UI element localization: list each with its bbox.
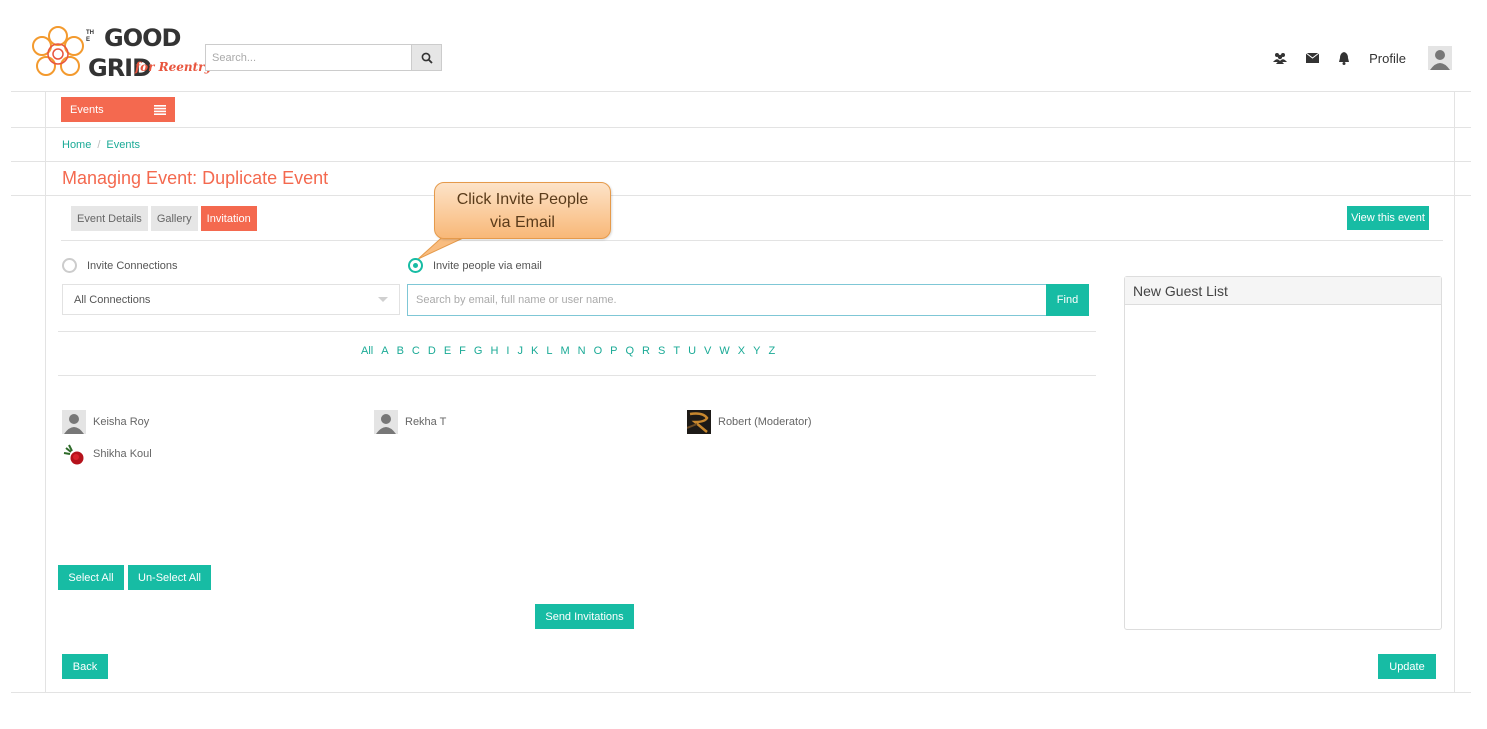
- divider: [58, 331, 1096, 332]
- letter-d[interactable]: D: [428, 345, 436, 357]
- letter-v[interactable]: V: [704, 345, 711, 357]
- connections-select-value: All Connections: [74, 293, 151, 306]
- letter-o[interactable]: O: [594, 345, 603, 357]
- logo[interactable]: THE GOOD GRID for Reentry: [30, 24, 211, 86]
- person-name: Keisha Roy: [93, 416, 150, 428]
- invite-email-option[interactable]: Invite people via email: [408, 258, 542, 273]
- default-user-icon: [374, 410, 398, 434]
- list-item[interactable]: Keisha Roy: [62, 410, 149, 434]
- radio-checked-icon: [408, 258, 423, 273]
- tab-gallery[interactable]: Gallery: [150, 206, 198, 231]
- breadcrumb-home[interactable]: Home: [62, 139, 91, 151]
- letter-u[interactable]: U: [688, 345, 696, 357]
- callout-line-1: Click Invite People: [456, 191, 589, 208]
- header-search-button[interactable]: [411, 45, 441, 70]
- person-name: Shikha Koul: [93, 448, 152, 460]
- list-item[interactable]: Robert (Moderator): [687, 410, 812, 434]
- invite-connections-option[interactable]: Invite Connections: [62, 258, 178, 273]
- breadcrumb: Home / Events: [62, 139, 140, 151]
- unselect-all-button[interactable]: Un-Select All: [128, 565, 211, 590]
- users-icon[interactable]: [1273, 51, 1288, 65]
- person-name: Robert (Moderator): [718, 416, 812, 428]
- connections-select[interactable]: All Connections: [62, 284, 400, 315]
- user-avatar-icon[interactable]: [1428, 46, 1452, 70]
- letter-c[interactable]: C: [412, 345, 420, 357]
- divider: [11, 161, 1471, 162]
- instruction-callout: Click Invite People via Email: [434, 182, 611, 239]
- rose-avatar: [62, 442, 86, 466]
- send-invitations-button[interactable]: Send Invitations: [535, 604, 634, 629]
- bell-icon[interactable]: [1337, 51, 1351, 65]
- divider: [11, 195, 1471, 196]
- letter-s[interactable]: S: [658, 345, 665, 357]
- letter-r[interactable]: R: [642, 345, 650, 357]
- logo-the-text: THE: [86, 30, 94, 43]
- header-search-input[interactable]: [206, 45, 411, 70]
- events-menu-label: Events: [70, 103, 104, 116]
- guest-list-title: New Guest List: [1125, 277, 1441, 305]
- divider: [11, 692, 1471, 693]
- flower-logo-icon: [32, 26, 84, 76]
- list-item[interactable]: Shikha Koul: [62, 442, 152, 466]
- callout-line-2: via Email: [490, 214, 555, 231]
- divider: [45, 91, 46, 693]
- letter-f[interactable]: F: [459, 345, 466, 357]
- tab-event-details[interactable]: Event Details: [71, 206, 148, 231]
- list-item[interactable]: Rekha T: [374, 410, 446, 434]
- search-icon: [421, 52, 433, 64]
- letter-n[interactable]: N: [578, 345, 586, 357]
- view-event-button[interactable]: View this event: [1347, 206, 1429, 230]
- letter-all[interactable]: All: [361, 345, 373, 357]
- tab-invitation[interactable]: Invitation: [200, 206, 257, 231]
- photo-avatar: [687, 410, 711, 434]
- letter-k[interactable]: K: [531, 345, 538, 357]
- letter-a[interactable]: A: [381, 345, 388, 357]
- event-tabs: Event Details Gallery Invitation: [71, 206, 260, 231]
- envelope-icon[interactable]: [1305, 51, 1319, 65]
- letter-t[interactable]: T: [673, 345, 680, 357]
- letter-x[interactable]: X: [738, 345, 745, 357]
- header-search: [205, 44, 442, 71]
- divider: [11, 127, 1471, 128]
- letter-m[interactable]: M: [560, 345, 569, 357]
- divider: [61, 240, 1443, 241]
- find-button[interactable]: Find: [1046, 284, 1089, 316]
- letter-y[interactable]: Y: [753, 345, 760, 357]
- letter-w[interactable]: W: [719, 345, 729, 357]
- page-title: Managing Event: Duplicate Event: [62, 168, 329, 188]
- letter-e[interactable]: E: [444, 345, 451, 357]
- letter-i[interactable]: I: [506, 345, 509, 357]
- breadcrumb-separator: /: [97, 139, 101, 151]
- letter-l[interactable]: L: [546, 345, 552, 357]
- logo-tagline: for Reentry: [135, 60, 212, 74]
- letter-q[interactable]: Q: [625, 345, 634, 357]
- top-nav: Profile: [1273, 44, 1487, 72]
- letter-h[interactable]: H: [490, 345, 498, 357]
- divider: [58, 375, 1096, 376]
- invite-email-label: Invite people via email: [433, 259, 542, 272]
- person-name: Rekha T: [405, 416, 447, 428]
- guest-list-panel: New Guest List: [1124, 276, 1442, 630]
- default-user-icon: [62, 410, 86, 434]
- chevron-down-icon: [378, 297, 388, 302]
- radio-unchecked-icon: [62, 258, 77, 273]
- invite-connections-label: Invite Connections: [87, 259, 178, 272]
- list-icon: [154, 104, 166, 115]
- divider: [1454, 91, 1455, 693]
- profile-link[interactable]: Profile: [1369, 51, 1406, 66]
- divider: [11, 91, 1471, 92]
- letter-g[interactable]: G: [474, 345, 483, 357]
- email-search-input[interactable]: [407, 284, 1047, 316]
- letter-z[interactable]: Z: [768, 345, 775, 357]
- letter-p[interactable]: P: [610, 345, 617, 357]
- letter-b[interactable]: B: [397, 345, 404, 357]
- back-button[interactable]: Back: [62, 654, 108, 679]
- events-menu-button[interactable]: Events: [61, 97, 175, 122]
- alphabet-filter: All A B C D E F G H I J K L M N O P Q R …: [361, 345, 783, 357]
- breadcrumb-events[interactable]: Events: [106, 139, 140, 151]
- letter-j[interactable]: J: [517, 345, 523, 357]
- logo-good-text: GOOD: [104, 24, 181, 52]
- update-button[interactable]: Update: [1378, 654, 1436, 679]
- select-all-button[interactable]: Select All: [58, 565, 124, 590]
